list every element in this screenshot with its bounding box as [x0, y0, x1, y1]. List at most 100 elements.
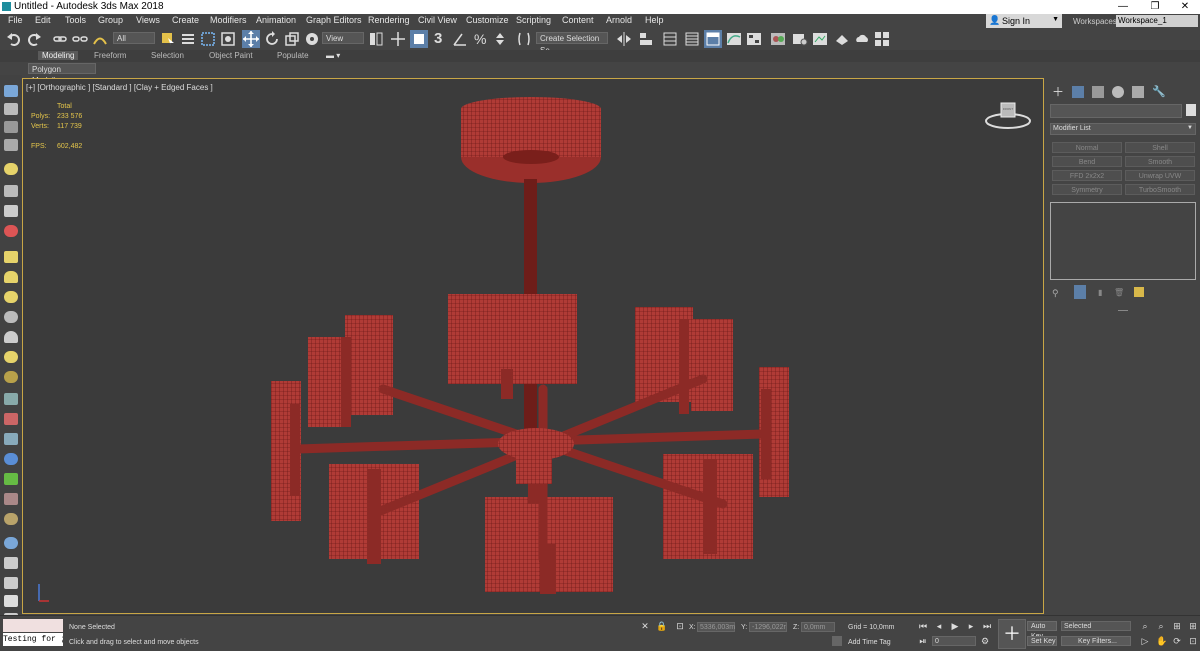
viewport[interactable]: [+] [Orthographic ] [Standard ] [Clay + … [22, 78, 1044, 614]
show-end-result-icon[interactable] [1074, 285, 1086, 299]
ribbon-toggle-button[interactable] [704, 30, 722, 48]
rectangular-region-icon[interactable] [200, 31, 216, 47]
world-icon[interactable] [4, 453, 18, 465]
render-setup-icon[interactable] [792, 31, 808, 47]
named-selection-set-dropdown[interactable]: Create Selection Se [536, 32, 608, 55]
time-tag-icon[interactable] [832, 636, 842, 646]
cone-primitive-icon[interactable] [4, 331, 18, 343]
modifier-normal-button[interactable]: Normal [1052, 142, 1122, 153]
render-icon[interactable] [4, 557, 18, 569]
key-set-dropdown[interactable]: Selected [1061, 621, 1131, 631]
display-icon[interactable] [4, 577, 18, 589]
remove-modifier-icon[interactable]: 🗑 [1114, 288, 1124, 297]
select-and-move-button[interactable] [242, 30, 260, 48]
tab-object-paint[interactable]: Object Paint [209, 51, 253, 60]
menu-tools[interactable]: Tools [65, 15, 86, 25]
y-coordinate-field[interactable]: -1296,022r [749, 622, 787, 632]
light-icon[interactable] [4, 163, 18, 175]
menu-graph-editors[interactable]: Graph Editors [306, 15, 362, 25]
play-icon[interactable]: ▶ [950, 621, 960, 631]
material-editor-icon[interactable] [770, 31, 786, 47]
minimize-button[interactable]: — [1108, 0, 1138, 14]
spinner-snap-icon[interactable] [492, 31, 508, 47]
menu-content[interactable]: Content [562, 15, 594, 25]
auto-key-button[interactable]: Auto Key [1027, 621, 1057, 640]
menu-modifiers[interactable]: Modifiers [210, 15, 247, 25]
modifier-turbosmooth-button[interactable]: TurboSmooth [1125, 184, 1195, 195]
wheel-icon[interactable] [4, 513, 18, 525]
time-configuration-icon[interactable]: ⚙ [980, 636, 990, 646]
maximize-viewport-icon[interactable]: ⊡ [1188, 636, 1198, 646]
menu-arnold[interactable]: Arnold [606, 15, 632, 25]
geosphere-icon[interactable] [4, 371, 18, 383]
workspace-dropdown[interactable]: Workspace_1 [1116, 15, 1198, 27]
curve-editor-icon[interactable] [726, 31, 742, 47]
create-tab-icon[interactable]: ＋ [1052, 86, 1064, 98]
angle-snap-icon[interactable] [452, 31, 468, 47]
unlink-icon[interactable] [72, 31, 88, 47]
sphere-primitive-icon[interactable] [4, 291, 18, 303]
keyboard-shortcut-override-button[interactable] [410, 30, 428, 48]
link-icon[interactable] [52, 31, 68, 47]
pin-stack-icon[interactable]: ⚲ [1052, 288, 1059, 299]
go-to-start-icon[interactable]: ⏮ [918, 621, 928, 631]
layer-side-icon[interactable] [4, 121, 18, 133]
menu-civil-view[interactable]: Civil View [418, 15, 457, 25]
set-key-big-button[interactable]: ＋ [998, 619, 1026, 649]
polygon-modeling-button[interactable]: Polygon Modeling [28, 63, 96, 85]
absolute-mode-icon[interactable]: ⊡ [675, 621, 685, 631]
menu-scripting[interactable]: Scripting [516, 15, 551, 25]
modifier-ffd-button[interactable]: FFD 2x2x2 [1052, 170, 1122, 181]
modifier-list-dropdown[interactable]: Modifier List ▼ [1050, 123, 1196, 135]
object-color-swatch[interactable] [1186, 104, 1196, 116]
layer-explorer-icon[interactable] [684, 31, 700, 47]
object-name-field[interactable] [1050, 104, 1182, 118]
biped-icon[interactable] [4, 493, 18, 505]
tab-freeform[interactable]: Freeform [94, 51, 126, 60]
key-filters-button[interactable]: Key Filters... [1061, 636, 1131, 646]
chandelier-model[interactable] [23, 79, 1043, 613]
select-manipulate-icon[interactable] [390, 31, 406, 47]
modifier-shell-button[interactable]: Shell [1125, 142, 1195, 153]
foliage-icon[interactable] [4, 473, 18, 485]
schematic-view-icon[interactable] [746, 31, 762, 47]
zoom-icon[interactable]: ⌕ [1140, 621, 1150, 631]
rotate-icon[interactable] [264, 31, 280, 47]
mirror-icon[interactable] [616, 31, 632, 47]
menu-group[interactable]: Group [98, 15, 123, 25]
menu-help[interactable]: Help [645, 15, 664, 25]
maximize-button[interactable]: ❐ [1140, 0, 1170, 14]
next-frame-icon[interactable]: ▸ [966, 621, 976, 631]
helper-icon[interactable] [4, 205, 18, 217]
tab-selection[interactable]: Selection [151, 51, 184, 60]
dome-primitive-icon[interactable] [4, 271, 18, 283]
hierarchy-tab-icon[interactable] [1092, 86, 1104, 98]
menu-customize[interactable]: Customize [466, 15, 509, 25]
box-primitive-icon[interactable] [4, 251, 18, 263]
tab-modeling[interactable]: Modeling [38, 51, 79, 60]
modifier-icon[interactable] [4, 413, 18, 425]
undo-icon[interactable] [6, 31, 22, 47]
torus-primitive-icon[interactable] [4, 311, 18, 323]
menu-create[interactable]: Create [172, 15, 199, 25]
orbit-icon[interactable]: ⟳ [1172, 636, 1182, 646]
z-coordinate-field[interactable]: 0,0mm [801, 622, 835, 632]
modifier-unwrap-uvw-button[interactable]: Unwrap UVW [1125, 170, 1195, 181]
scene-explorer-icon[interactable] [662, 31, 678, 47]
camera-icon[interactable] [4, 185, 18, 197]
a360-gallery-icon[interactable] [874, 31, 890, 47]
material-sphere-icon[interactable] [4, 537, 18, 549]
selection-filter-dropdown[interactable]: All [113, 32, 155, 44]
percent-snap-icon[interactable]: % [474, 31, 490, 47]
selection-lock-icon[interactable]: 🔒 [656, 621, 667, 631]
x-coordinate-field[interactable]: 5336,003m [697, 622, 735, 632]
field-of-view-icon[interactable]: ▷ [1140, 636, 1150, 646]
redo-icon[interactable] [26, 31, 42, 47]
maxscript-mini-listener-pink[interactable] [3, 619, 63, 632]
motion-tab-icon[interactable] [1112, 86, 1124, 98]
render-production-icon[interactable] [834, 31, 850, 47]
menu-views[interactable]: Views [136, 15, 160, 25]
make-unique-icon[interactable]: ▮ [1098, 288, 1102, 297]
menu-rendering[interactable]: Rendering [368, 15, 410, 25]
scene-explorer-side-icon[interactable] [4, 103, 18, 115]
